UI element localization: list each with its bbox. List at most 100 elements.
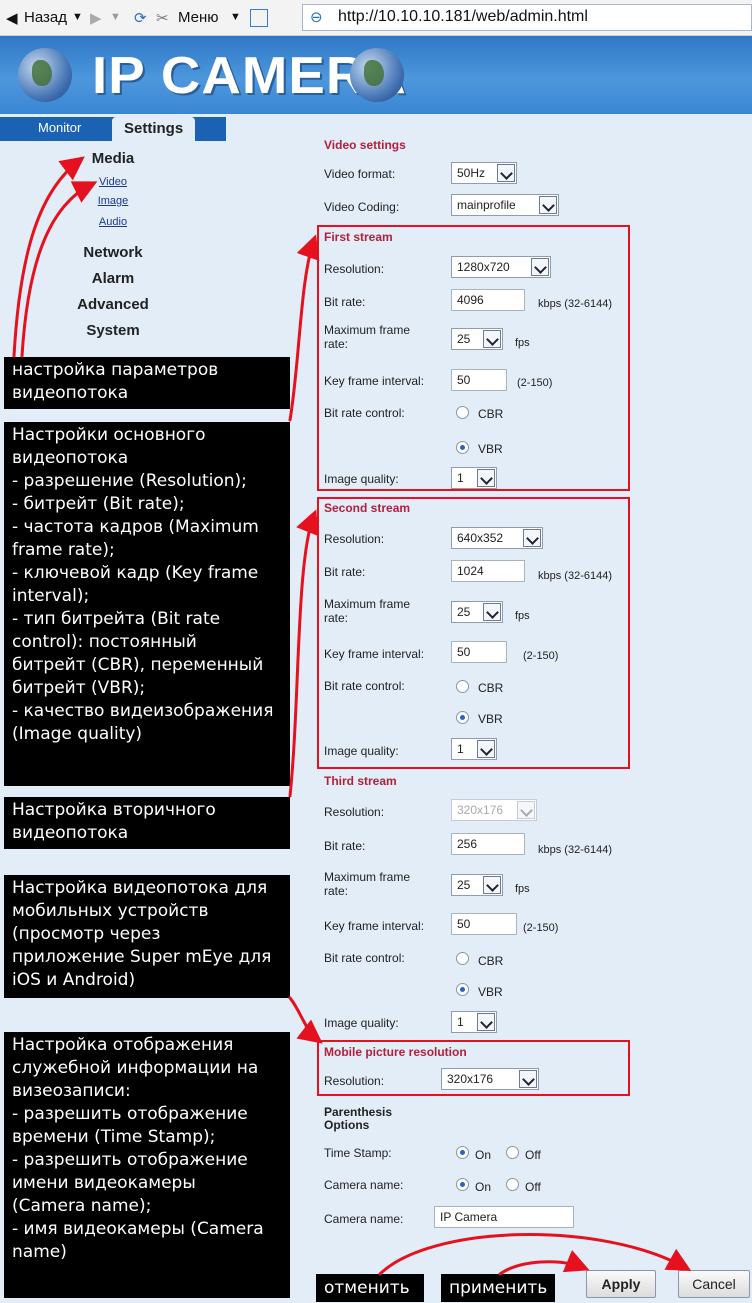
back-arrow-icon[interactable]: ◀ xyxy=(6,9,18,27)
camname-toggle-label: Camera name: xyxy=(324,1178,404,1192)
first-maxfr-label-2: rate: xyxy=(324,337,349,351)
second-quality-value: 1 xyxy=(457,742,464,756)
arrow-to-first-stream xyxy=(288,234,320,422)
settings-sidebar: Media Video Image Audio Network Alarm Ad… xyxy=(0,141,226,359)
timestamp-off-radio[interactable] xyxy=(506,1146,519,1159)
first-maxfr-label-1: Maximum frame xyxy=(324,323,411,337)
video-coding-value: mainprofile xyxy=(457,198,516,212)
first-resolution-value: 1280x720 xyxy=(457,260,510,274)
second-fps-value: 25 xyxy=(457,605,471,619)
sidebar-link-image[interactable]: Image xyxy=(0,195,226,207)
timestamp-off-label: Off xyxy=(525,1148,541,1162)
first-keyframe-input[interactable]: 50 xyxy=(451,369,507,391)
sidebar-item-advanced[interactable]: Advanced xyxy=(0,296,226,313)
chevron-down-icon xyxy=(483,330,501,348)
sidebar-link-video[interactable]: Video xyxy=(0,176,226,188)
third-quality-select[interactable]: 1 xyxy=(451,1011,497,1033)
mobile-title: Mobile picture resolution xyxy=(324,1045,467,1059)
video-coding-label: Video Coding: xyxy=(324,200,400,214)
second-keyframe-range: (2-150) xyxy=(523,650,559,662)
sidebar-item-network[interactable]: Network xyxy=(0,244,226,261)
note-osd: Настройка отображения служебной информац… xyxy=(4,1032,290,1298)
chevron-down-icon xyxy=(477,469,495,487)
third-maxfr-label-1: Maximum frame xyxy=(324,870,411,884)
second-quality-label: Image quality: xyxy=(324,744,399,758)
window-icon[interactable] xyxy=(250,9,268,27)
second-brc-label: Bit rate control: xyxy=(324,679,405,693)
first-fps-value: 25 xyxy=(457,332,471,346)
forward-dropdown-icon[interactable]: ▼ xyxy=(110,11,121,23)
apply-button[interactable]: Apply xyxy=(586,1270,656,1298)
tools-icon[interactable]: ✂ xyxy=(156,9,169,27)
second-keyframe-input[interactable]: 50 xyxy=(451,641,507,663)
chevron-down-icon xyxy=(531,258,549,276)
back-dropdown-icon[interactable]: ▼ xyxy=(72,11,83,23)
first-quality-select[interactable]: 1 xyxy=(451,467,497,489)
first-bitrate-input[interactable]: 4096 xyxy=(451,289,525,311)
menu-button[interactable]: Меню xyxy=(178,9,219,26)
first-resolution-select[interactable]: 1280x720 xyxy=(451,256,551,278)
arrow-to-mobile xyxy=(288,996,323,1044)
third-vbr-radio[interactable] xyxy=(456,983,469,996)
second-maxfr-label-2: rate: xyxy=(324,611,349,625)
mobile-resolution-select[interactable]: 320x176 xyxy=(441,1068,539,1090)
third-keyframe-input[interactable]: 50 xyxy=(451,913,517,935)
video-format-select[interactable]: 50Hz xyxy=(451,162,517,184)
first-cbr-radio[interactable] xyxy=(456,406,469,419)
second-fps-select[interactable]: 25 xyxy=(451,601,503,623)
third-bitrate-input[interactable]: 256 xyxy=(451,833,525,855)
forward-arrow-icon[interactable]: ▶ xyxy=(90,9,102,27)
browser-toolbar: ◀ Назад ▼ ▶ ▼ ⟳ ✂ Меню ▼ ⊖ http://10.10.… xyxy=(0,0,752,36)
tab-monitor[interactable]: Monitor xyxy=(38,120,81,135)
third-bitrate-label: Bit rate: xyxy=(324,839,366,853)
cancel-button[interactable]: Cancel xyxy=(678,1270,750,1298)
third-fps-select[interactable]: 25 xyxy=(451,874,503,896)
camname-on-radio[interactable] xyxy=(456,1178,469,1191)
arrow-to-cancel xyxy=(378,1233,692,1276)
third-cbr-label: CBR xyxy=(478,954,504,968)
chevron-down-icon xyxy=(483,603,501,621)
second-vbr-radio[interactable] xyxy=(456,711,469,724)
timestamp-on-radio[interactable] xyxy=(456,1146,469,1159)
back-button[interactable]: Назад xyxy=(24,9,67,26)
chevron-down-icon xyxy=(483,876,501,894)
sidebar-link-audio[interactable]: Audio xyxy=(0,216,226,228)
refresh-icon[interactable]: ⟳ xyxy=(134,9,147,27)
third-keyframe-label: Key frame interval: xyxy=(324,919,425,933)
third-cbr-radio[interactable] xyxy=(456,952,469,965)
first-quality-value: 1 xyxy=(457,471,464,485)
mobile-resolution-value: 320x176 xyxy=(447,1072,494,1086)
third-brc-label: Bit rate control: xyxy=(324,951,405,965)
second-bitrate-input[interactable]: 1024 xyxy=(451,560,525,582)
first-vbr-radio[interactable] xyxy=(456,441,469,454)
second-vbr-label: VBR xyxy=(478,712,503,726)
third-stream-title: Third stream xyxy=(324,774,397,788)
note-video-params: настройка параметров видеопотока xyxy=(4,357,290,409)
tab-settings[interactable]: Settings xyxy=(112,117,196,141)
sidebar-item-alarm[interactable]: Alarm xyxy=(0,270,226,287)
camname-input[interactable]: IP Camera xyxy=(434,1206,574,1228)
second-quality-select[interactable]: 1 xyxy=(451,738,497,760)
first-fps-select[interactable]: 25 xyxy=(451,328,503,350)
video-settings-title: Video settings xyxy=(324,138,406,152)
camname-off-radio[interactable] xyxy=(506,1178,519,1191)
sidebar-item-media[interactable]: Media xyxy=(0,150,226,167)
parenthesis-title-2: Options xyxy=(324,1118,370,1132)
third-resolution-select[interactable]: 320x176 xyxy=(451,799,537,821)
third-resolution-label: Resolution: xyxy=(324,805,385,819)
page-globe-icon: ⊖ xyxy=(310,9,323,26)
address-url[interactable]: http://10.10.10.181/web/admin.html xyxy=(338,8,588,26)
mobile-resolution-label: Resolution: xyxy=(324,1074,385,1088)
video-coding-select[interactable]: mainprofile xyxy=(451,194,559,216)
chevron-down-icon xyxy=(477,1013,495,1031)
first-keyframe-label: Key frame interval: xyxy=(324,374,425,388)
globe-right-icon xyxy=(350,48,404,102)
second-cbr-radio[interactable] xyxy=(456,680,469,693)
second-resolution-select[interactable]: 640x352 xyxy=(451,527,543,549)
menu-dropdown-icon[interactable]: ▼ xyxy=(230,11,241,23)
chevron-down-icon xyxy=(497,164,515,182)
sidebar-item-system[interactable]: System xyxy=(0,322,226,339)
second-resolution-value: 640x352 xyxy=(457,531,504,545)
first-bitrate-label: Bit rate: xyxy=(324,295,366,309)
second-stream-title: Second stream xyxy=(324,501,411,515)
